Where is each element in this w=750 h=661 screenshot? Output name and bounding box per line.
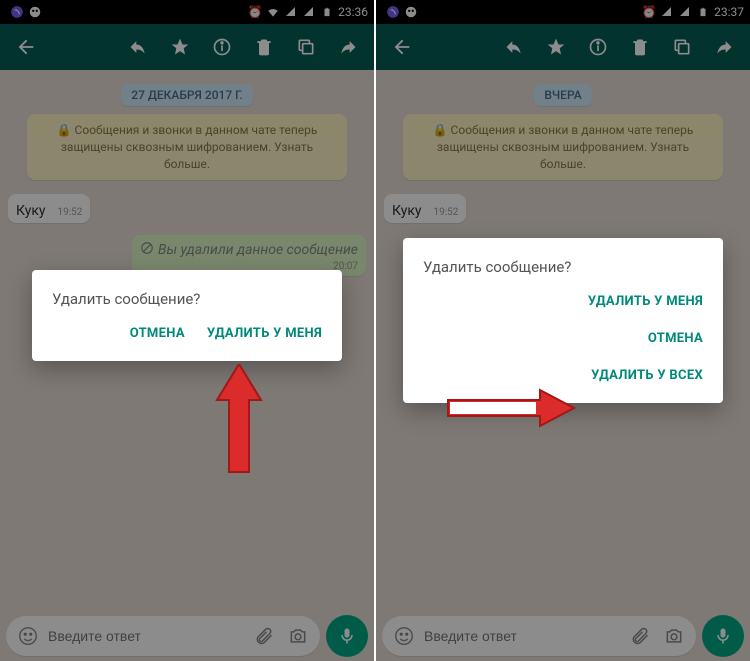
phone-right: ⏰ 23:37 — [376, 0, 750, 661]
delete-for-me-button[interactable]: УДАЛИТЬ У МЕНЯ — [207, 326, 322, 341]
phone-left: ⏰ 23:36 — [0, 0, 374, 661]
dialog-title: Удалить сообщение? — [52, 290, 322, 308]
cancel-button[interactable]: ОТМЕНА — [648, 331, 703, 346]
cancel-button[interactable]: ОТМЕНА — [130, 326, 185, 341]
dialog-title: Удалить сообщение? — [423, 258, 703, 276]
delete-dialog: Удалить сообщение? ОТМЕНА УДАЛИТЬ У МЕНЯ — [32, 270, 342, 361]
delete-for-everyone-button[interactable]: УДАЛИТЬ У ВСЕХ — [591, 368, 703, 383]
delete-for-me-button[interactable]: УДАЛИТЬ У МЕНЯ — [588, 294, 703, 309]
delete-dialog: Удалить сообщение? УДАЛИТЬ У МЕНЯ ОТМЕНА… — [403, 238, 723, 403]
